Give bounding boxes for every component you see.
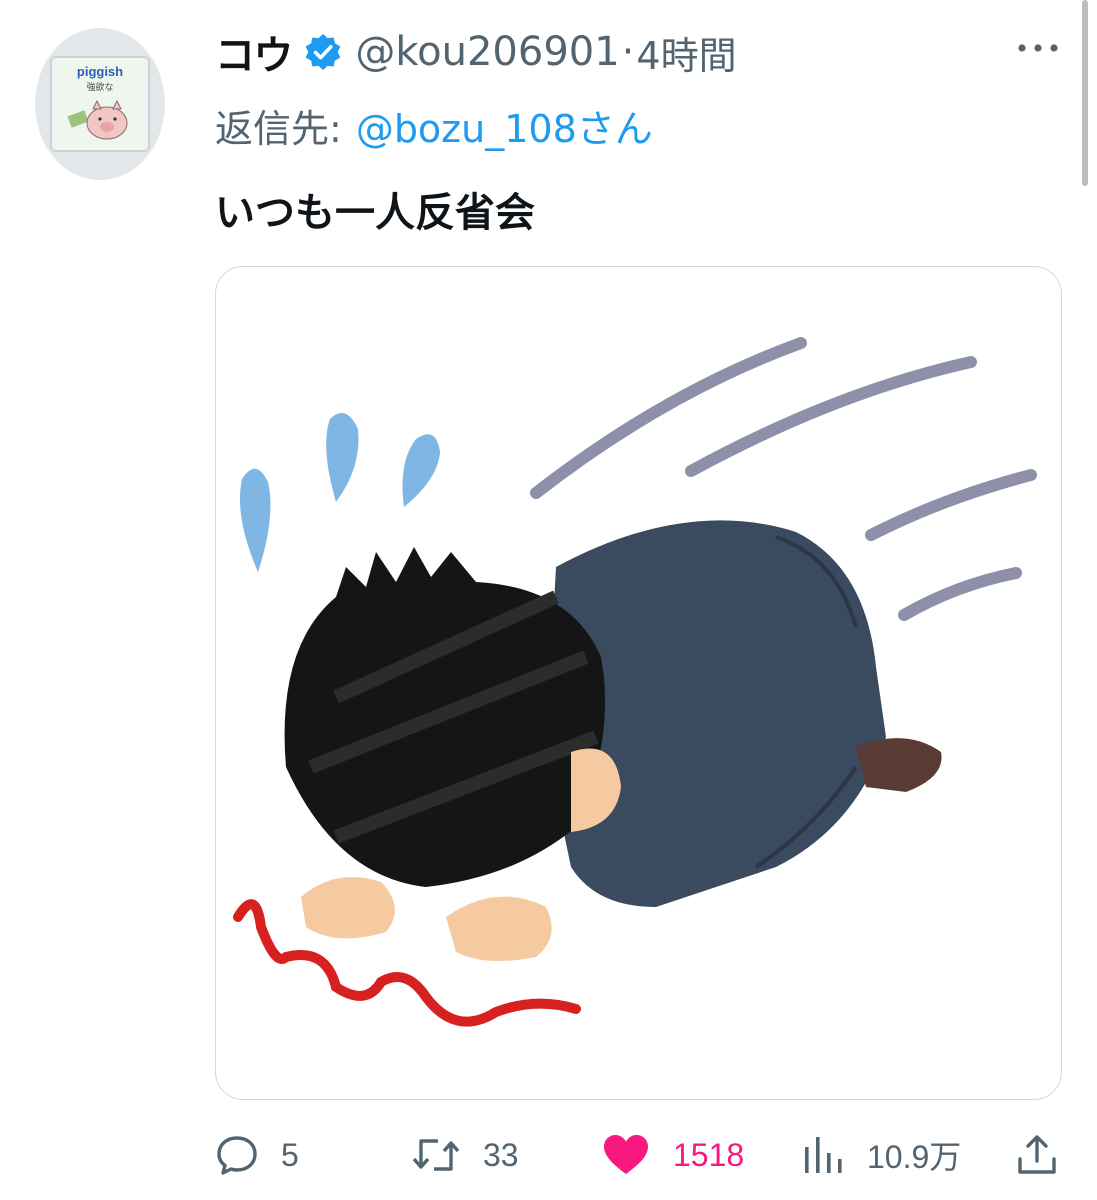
tweet[interactable]: piggish 強欲な コウ @kou206901 · 4時間 返信先: @bo…: [0, 0, 1097, 1200]
retweet-icon: [412, 1139, 460, 1171]
share-button[interactable]: [1015, 1124, 1059, 1186]
scrollbar[interactable]: [1082, 0, 1088, 186]
dogeza-illustration: [233, 337, 1037, 1027]
avatar[interactable]: piggish 強欲な: [35, 28, 165, 180]
like-button[interactable]: 1518: [601, 1124, 744, 1186]
tweet-text: いつも一人反省会: [215, 190, 535, 236]
heart-icon: [604, 1135, 648, 1174]
views-icon: [805, 1137, 842, 1173]
reply-label: 返信先:: [215, 106, 342, 151]
handle[interactable]: @kou206901: [355, 29, 619, 75]
display-name[interactable]: コウ: [215, 23, 293, 81]
reply-context: 返信先: @bozu_108さん: [215, 97, 653, 153]
like-count: 1518: [673, 1136, 745, 1173]
reply-target-link[interactable]: @bozu_108さん: [356, 98, 653, 153]
views-button[interactable]: 10.9万: [801, 1124, 961, 1186]
reply-count: 5: [281, 1136, 299, 1173]
tweet-header: コウ @kou206901 · 4時間: [215, 22, 737, 82]
reply-button[interactable]: 5: [215, 1124, 299, 1186]
share-icon: [1018, 1135, 1056, 1174]
avatar-text: piggish: [76, 64, 124, 79]
avatar-image: piggish 強欲な: [50, 56, 150, 152]
tweet-media[interactable]: [215, 266, 1062, 1100]
action-bar: 5 33 1518 10.9万: [215, 1124, 1065, 1186]
verified-badge-icon[interactable]: [303, 32, 343, 72]
retweet-count: 33: [483, 1136, 519, 1173]
more-options-icon[interactable]: [1016, 38, 1060, 58]
avatar-subtext: 強欲な: [86, 83, 114, 93]
timestamp[interactable]: 4時間: [636, 25, 736, 80]
separator: ·: [621, 29, 635, 75]
pig-icon: [67, 99, 128, 140]
retweet-button[interactable]: 33: [411, 1124, 519, 1186]
reply-icon: [217, 1136, 257, 1175]
views-count: 10.9万: [867, 1139, 962, 1175]
